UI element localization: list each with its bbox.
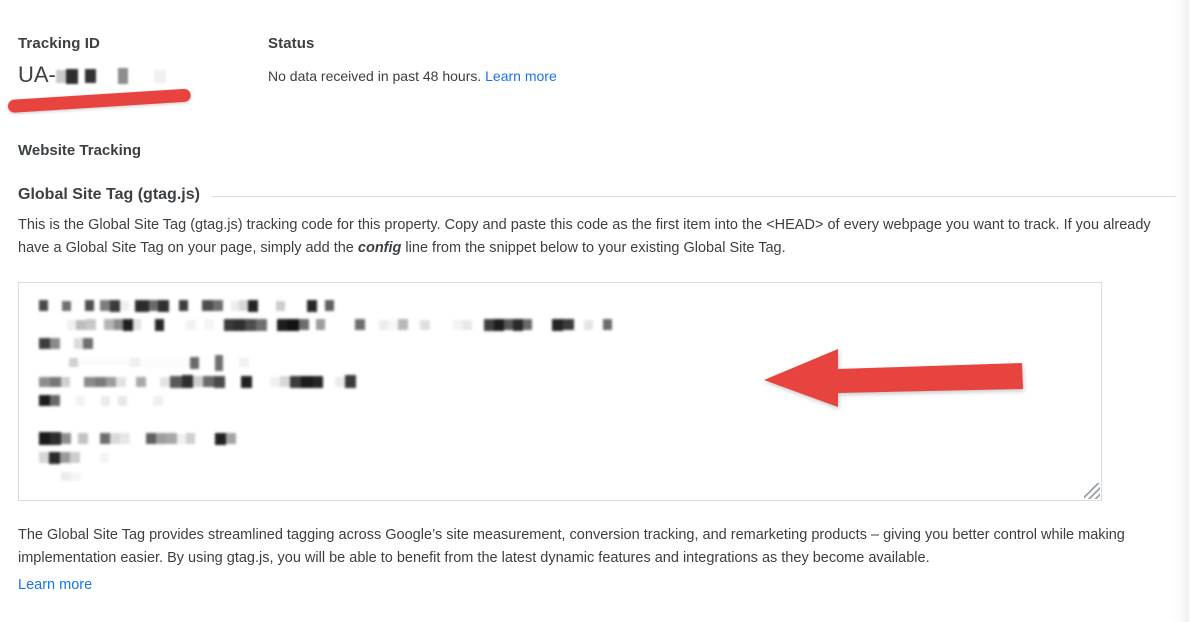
code-redaction-line bbox=[39, 316, 1091, 335]
textarea-resize-handle-icon[interactable] bbox=[1084, 483, 1100, 499]
section-divider bbox=[211, 196, 1176, 197]
status-learn-more-link[interactable]: Learn more bbox=[485, 68, 557, 84]
code-redaction-line bbox=[39, 468, 1091, 487]
gtag-footer-link-wrap: Learn more bbox=[18, 575, 92, 595]
gtag-footer-description: The Global Site Tag provides streamlined… bbox=[18, 527, 1125, 566]
code-redaction-line bbox=[39, 297, 1091, 316]
global-site-tag-description: This is the Global Site Tag (gtag.js) tr… bbox=[18, 214, 1158, 260]
gtag-learn-more-link[interactable]: Learn more bbox=[18, 577, 92, 593]
gtag-code-redaction bbox=[39, 297, 1091, 487]
status-heading: Status bbox=[268, 35, 315, 52]
code-redaction-line bbox=[39, 430, 1091, 449]
tracking-id-value: UA- bbox=[18, 60, 258, 90]
description-emphasis: config bbox=[357, 240, 402, 256]
code-redaction-line bbox=[39, 449, 1091, 468]
status-message: No data received in past 48 hours. bbox=[268, 68, 482, 84]
gtag-code-textarea[interactable] bbox=[18, 282, 1102, 501]
website-tracking-heading: Website Tracking bbox=[18, 142, 142, 159]
tracking-id-block: Tracking ID UA- bbox=[18, 34, 258, 90]
status-message-row: No data received in past 48 hours. Learn… bbox=[268, 66, 968, 86]
code-redaction-line bbox=[39, 392, 1091, 411]
tracking-code-page: Tracking ID UA- Status No data received … bbox=[0, 0, 1190, 622]
code-redaction-line bbox=[39, 411, 1091, 430]
tracking-id-heading: Tracking ID bbox=[18, 35, 100, 52]
tracking-id-redaction bbox=[55, 60, 166, 90]
annotation-red-stroke bbox=[7, 88, 192, 113]
description-part-2: line from the snippet below to your exis… bbox=[401, 240, 786, 256]
page-right-edge-shadow bbox=[1170, 0, 1190, 622]
tracking-id-prefix: UA- bbox=[18, 62, 56, 87]
global-site-tag-header: Global Site Tag (gtag.js) bbox=[18, 185, 1176, 205]
global-site-tag-heading: Global Site Tag (gtag.js) bbox=[18, 186, 200, 203]
code-redaction-line bbox=[39, 335, 1091, 354]
status-block: Status No data received in past 48 hours… bbox=[268, 34, 968, 86]
code-redaction-line bbox=[39, 354, 1091, 373]
code-redaction-line bbox=[39, 373, 1091, 392]
